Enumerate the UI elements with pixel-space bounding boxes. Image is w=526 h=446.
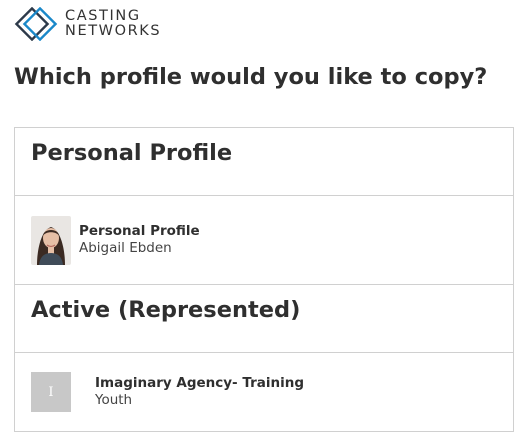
logo-line-2: NETWORKS — [65, 23, 162, 39]
profile-option-text: Imaginary Agency- Training Youth — [95, 375, 304, 409]
casting-networks-logo-icon — [14, 7, 58, 41]
page-title: Which profile would you like to copy? — [14, 64, 488, 90]
profile-option-subtitle: Abigail Ebden — [79, 240, 172, 256]
active-represented-section: Active (Represented) I Imaginary Agency-… — [14, 284, 514, 432]
section-header: Personal Profile — [15, 128, 513, 196]
profile-option-title: Personal Profile — [79, 223, 200, 239]
logo-wordmark: CASTING NETWORKS — [65, 9, 161, 39]
profile-option-personal[interactable]: Personal Profile Abigail Ebden — [15, 196, 513, 284]
personal-profile-section: Personal Profile Personal Profile Abigai… — [14, 127, 514, 285]
profile-option-text: Personal Profile Abigail Ebden — [79, 223, 200, 257]
profile-option-title: Imaginary Agency- Training — [95, 375, 304, 391]
copy-profile-page: CASTING NETWORKS Which profile would you… — [0, 0, 526, 446]
casting-networks-logo: CASTING NETWORKS — [14, 6, 161, 42]
profile-option-agency[interactable]: I Imaginary Agency- Training Youth — [15, 353, 513, 431]
logo-line-1: CASTING — [65, 8, 141, 24]
avatar-photo-icon — [31, 215, 71, 265]
avatar — [31, 215, 71, 265]
profile-option-subtitle: Youth — [95, 392, 133, 408]
section-header: Active (Represented) — [15, 285, 513, 353]
avatar-initial: I — [31, 372, 71, 412]
